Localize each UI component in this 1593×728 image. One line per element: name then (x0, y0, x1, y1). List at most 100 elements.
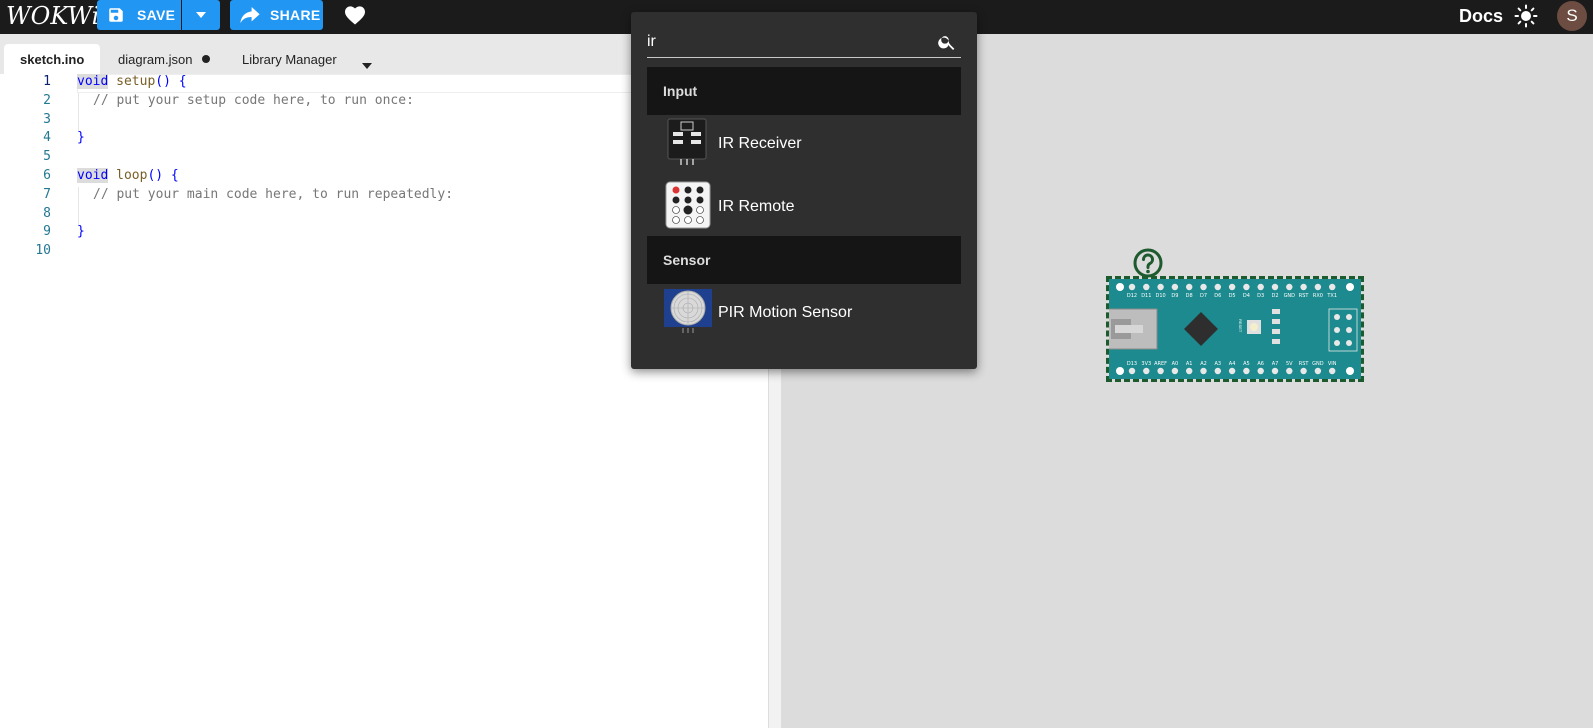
category-header-input: Input (647, 67, 961, 115)
top-pin-label: RX0 (1313, 293, 1323, 299)
ir-remote-thumbnail-icon (665, 181, 711, 234)
top-pin[interactable] (1228, 283, 1236, 291)
line-number: 6 (43, 168, 51, 183)
code-comment: // put your setup code here, to run once… (93, 93, 414, 108)
top-pin[interactable] (1186, 283, 1193, 291)
top-pin[interactable] (1243, 283, 1250, 291)
code-comment: // put your main code here, to run repea… (93, 187, 454, 202)
bottom-pin[interactable] (1128, 367, 1136, 375)
part-item-pir-motion-sensor[interactable]: PIR Motion Sensor (647, 284, 961, 342)
top-pin-label: D2 (1271, 293, 1278, 299)
top-pin-label: D8 (1186, 293, 1193, 299)
part-item-label: PIR Motion Sensor (718, 304, 853, 321)
line-number: 3 (43, 112, 51, 127)
bottom-pin-label: A1 (1186, 361, 1193, 367)
keyword: void (77, 168, 109, 183)
code-text: () { (155, 74, 187, 89)
user-avatar[interactable]: S (1557, 1, 1587, 31)
line-number: 5 (43, 149, 51, 164)
bottom-pin[interactable] (1271, 367, 1279, 375)
top-pin[interactable] (1143, 283, 1150, 291)
tabs-menu-caret-icon[interactable] (362, 56, 372, 74)
bottom-pin[interactable] (1171, 367, 1179, 375)
top-pin[interactable] (1329, 283, 1336, 291)
reset-label: RESET (1238, 319, 1243, 333)
save-options-button[interactable] (182, 0, 220, 30)
bottom-pin-label: VIN (1328, 361, 1337, 367)
arduino-nano-graphic: D12 D11 D10 D9 D8 D7 D6 D5 D4 D3 D2 GND RST RX0 TX1 D1… (1106, 279, 1361, 379)
save-button-label: SAVE (137, 7, 176, 23)
arduino-nano-board: D12 D11 D10 D9 D8 D7 D6 D5 D4 D3 D2 GND RST RX0 TX1 D1… (1106, 279, 1361, 379)
search-icon[interactable] (937, 32, 957, 57)
line-number: 10 (35, 243, 51, 258)
add-part-dropdown: Input IR Receiver (631, 12, 977, 369)
pir-sensor-thumbnail-icon (663, 287, 713, 340)
top-pin[interactable] (1286, 283, 1293, 291)
bottom-pin-label: A7 (1272, 361, 1279, 367)
line-number: 8 (43, 206, 51, 221)
top-pin-label: D9 (1171, 293, 1178, 299)
bottom-pin[interactable] (1314, 367, 1322, 375)
tab-label: diagram.json (118, 51, 193, 67)
bottom-pin[interactable] (1257, 367, 1264, 375)
tab-sketch-ino[interactable]: sketch.ino (4, 44, 101, 74)
bottom-pin-label: A5 (1243, 361, 1250, 367)
top-pin-label: GND (1284, 293, 1296, 299)
wokwi-logo[interactable]: WOKWi (6, 2, 99, 30)
top-pin[interactable] (1171, 283, 1179, 291)
bottom-pin-label: 3V3 (1141, 361, 1151, 367)
top-pin-label: D11 (1141, 293, 1151, 299)
bottom-pin[interactable] (1329, 367, 1336, 375)
bottom-pin[interactable] (1243, 367, 1250, 375)
bottom-pin-label: A0 (1172, 361, 1179, 367)
bottom-pin[interactable] (1157, 367, 1164, 375)
part-item-ir-receiver[interactable]: IR Receiver (647, 115, 961, 173)
bottom-pin-label: AREF (1154, 361, 1167, 367)
line-number: 7 (43, 187, 51, 202)
top-pin[interactable] (1257, 283, 1264, 291)
tab-label: sketch.ino (20, 51, 85, 67)
bottom-pin[interactable] (1300, 367, 1307, 375)
top-pin[interactable] (1128, 283, 1136, 291)
bottom-pin[interactable] (1143, 367, 1150, 375)
tab-diagram-json[interactable]: diagram.json (118, 44, 211, 74)
line-number: 9 (43, 224, 51, 239)
category-header-sensor: Sensor (647, 236, 961, 284)
bottom-pin[interactable] (1200, 367, 1207, 375)
top-pin[interactable] (1271, 283, 1279, 291)
bottom-pin-label: A6 (1257, 361, 1264, 367)
line-number: 1 (43, 74, 51, 89)
share-arrow-icon (240, 7, 260, 23)
ir-receiver-thumbnail-icon (667, 118, 707, 171)
top-pin[interactable] (1214, 283, 1221, 291)
bottom-pin[interactable] (1214, 367, 1221, 375)
save-icon (107, 6, 125, 24)
arduino-nano-part[interactable]: D12 D11 D10 D9 D8 D7 D6 D5 D4 D3 D2 GND RST RX0 TX1 D1… (1106, 276, 1364, 382)
part-search-input[interactable] (647, 30, 930, 54)
docs-link[interactable]: Docs (1459, 6, 1503, 27)
bottom-pin[interactable] (1186, 367, 1193, 375)
part-item-ir-remote[interactable]: IR Remote (647, 178, 961, 236)
code-text: () { (147, 168, 179, 183)
theme-toggle-sun-icon[interactable] (1514, 4, 1538, 33)
top-pin-label: D5 (1229, 293, 1236, 299)
code-text: } (77, 130, 85, 145)
tab-library-manager[interactable]: Library Manager (242, 44, 337, 74)
top-pin-label: D10 (1155, 293, 1165, 299)
top-pin[interactable] (1200, 283, 1207, 291)
bottom-pin-label: RST (1299, 361, 1310, 367)
save-button[interactable]: SAVE (97, 0, 181, 30)
share-button[interactable]: SHARE (230, 0, 323, 30)
line-number: 2 (43, 93, 51, 108)
top-pin[interactable] (1314, 283, 1322, 291)
keyword: void (77, 74, 109, 89)
top-pin-label: D12 (1127, 293, 1137, 299)
top-pin-label: RST (1299, 293, 1310, 299)
top-pin[interactable] (1300, 283, 1307, 291)
bottom-pin[interactable] (1286, 367, 1293, 375)
top-pin[interactable] (1157, 283, 1164, 291)
heart-icon[interactable] (344, 5, 366, 30)
bottom-pin[interactable] (1228, 367, 1236, 375)
top-pin-label: D3 (1257, 293, 1264, 299)
bottom-pin-label: A4 (1229, 361, 1236, 367)
